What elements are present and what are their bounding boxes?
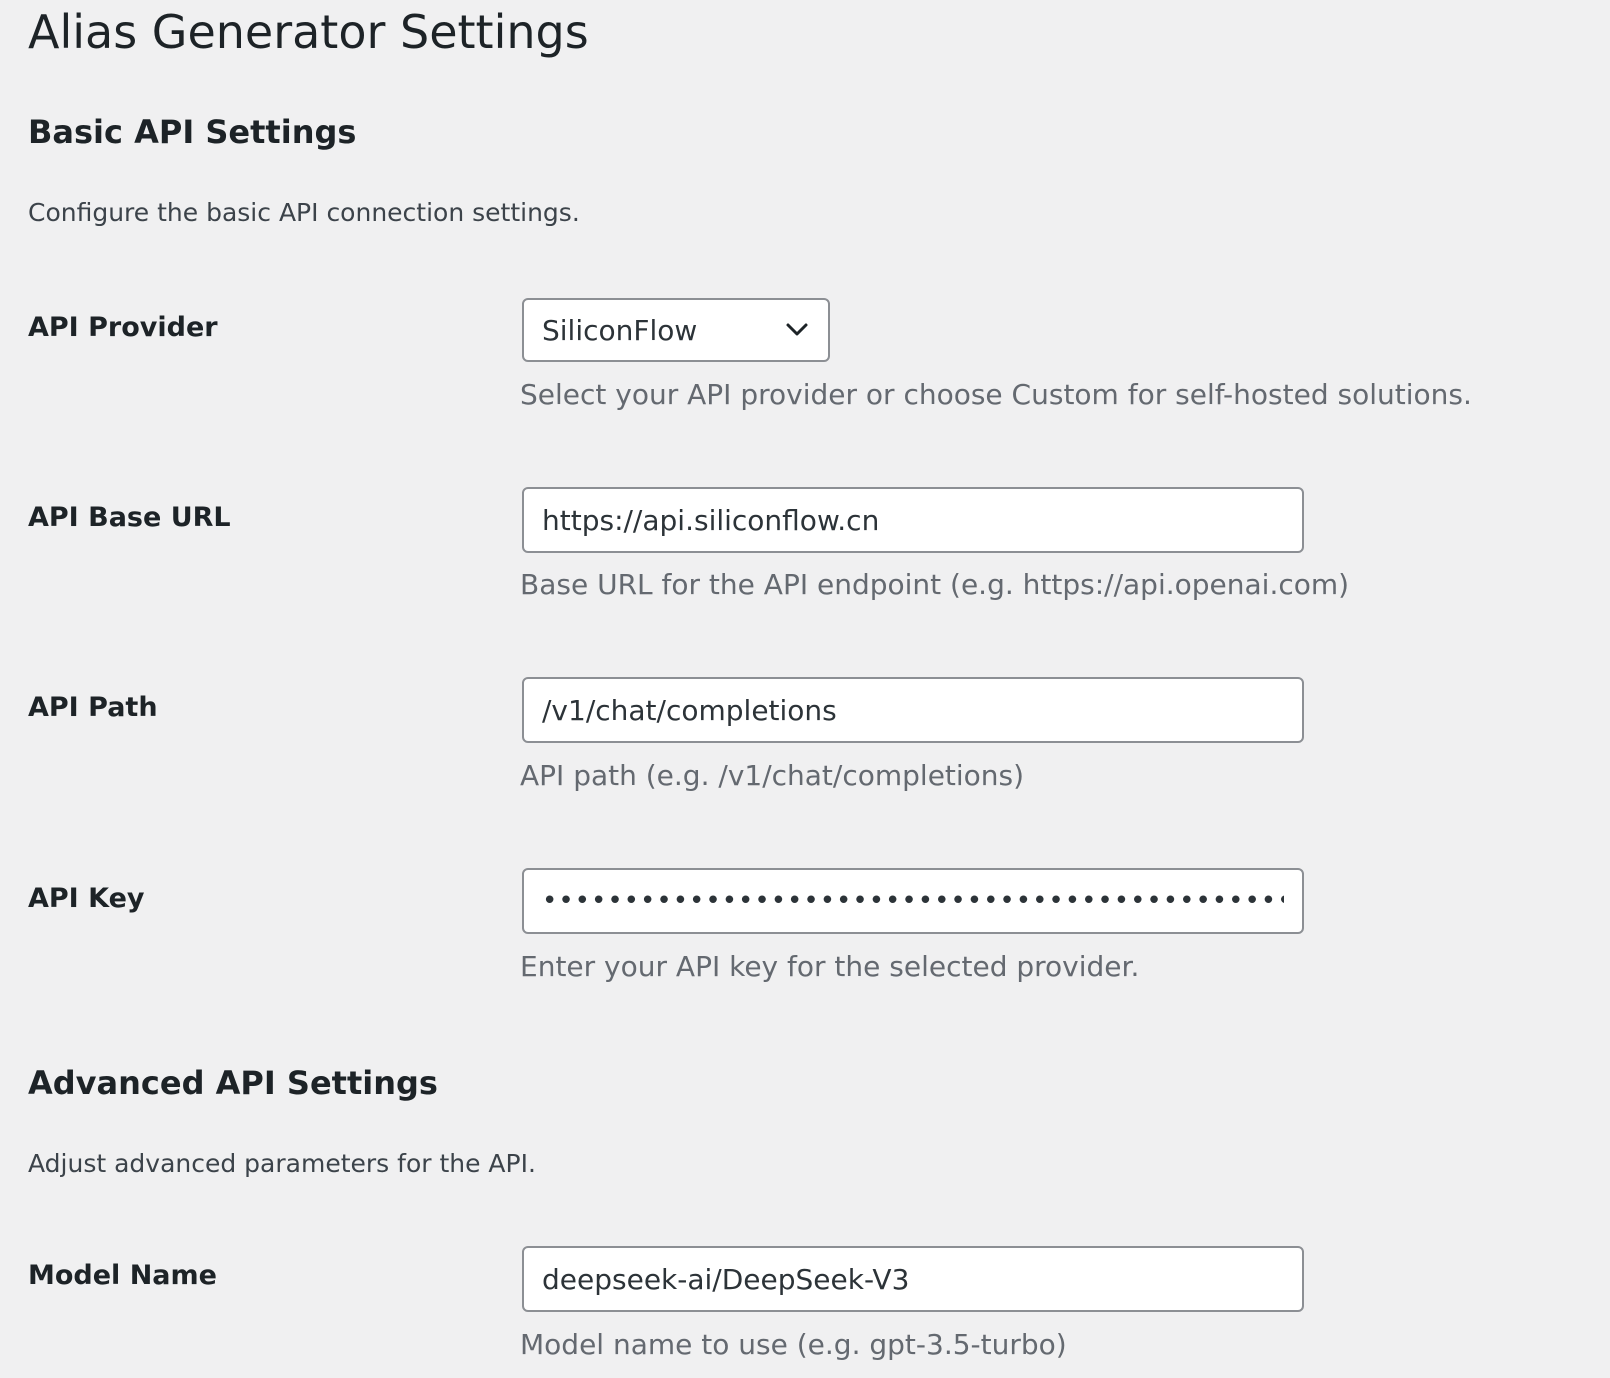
api-base-url-input[interactable]	[522, 487, 1304, 553]
model-name-help: Model name to use (e.g. gpt-3.5-turbo)	[520, 1328, 1067, 1361]
api-path-label: API Path	[28, 692, 158, 723]
model-name-input[interactable]	[522, 1246, 1304, 1312]
api-provider-label: API Provider	[28, 312, 218, 343]
basic-settings-description: Configure the basic API connection setti…	[28, 198, 580, 227]
api-key-label: API Key	[28, 883, 145, 914]
api-base-url-help: Base URL for the API endpoint (e.g. http…	[520, 568, 1350, 601]
model-name-label: Model Name	[28, 1260, 217, 1291]
advanced-settings-description: Adjust advanced parameters for the API.	[28, 1149, 536, 1178]
basic-settings-heading: Basic API Settings	[28, 113, 357, 151]
api-key-help: Enter your API key for the selected prov…	[520, 950, 1140, 983]
advanced-settings-heading: Advanced API Settings	[28, 1064, 438, 1102]
api-path-help: API path (e.g. /v1/chat/completions)	[520, 759, 1025, 792]
api-provider-help: Select your API provider or choose Custo…	[520, 378, 1472, 411]
api-path-input[interactable]	[522, 677, 1304, 743]
api-provider-selected-value: SiliconFlow	[542, 313, 698, 347]
api-base-url-label: API Base URL	[28, 502, 231, 533]
api-key-input[interactable]	[522, 868, 1304, 934]
page-title: Alias Generator Settings	[28, 5, 589, 59]
api-provider-select[interactable]: SiliconFlow	[522, 298, 830, 362]
chevron-down-icon	[784, 317, 810, 343]
